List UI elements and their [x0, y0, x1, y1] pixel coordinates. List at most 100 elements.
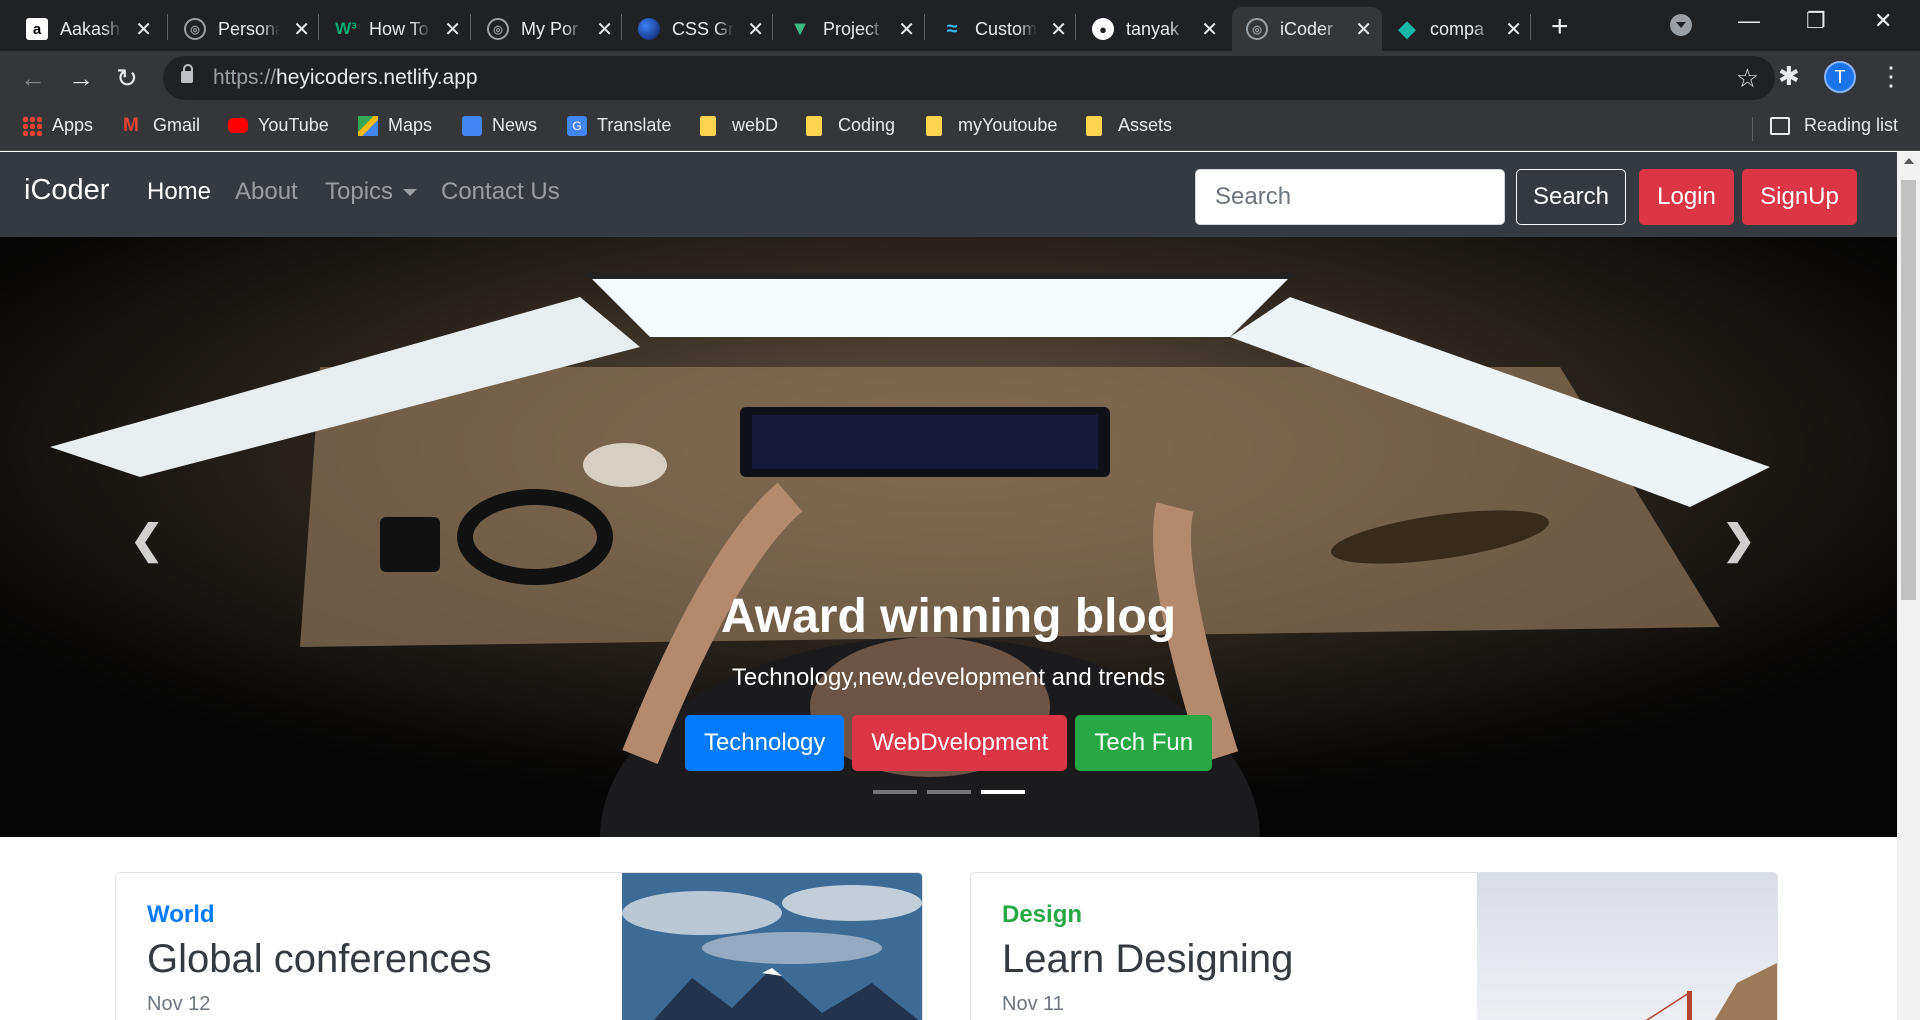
bookmark-label: Translate — [597, 115, 672, 135]
close-icon[interactable]: ✕ — [135, 17, 152, 42]
carousel-indicator-1[interactable] — [872, 790, 917, 794]
hero-subtitle: Technology,new,development and trends — [731, 664, 1166, 691]
close-icon[interactable]: ✕ — [898, 17, 915, 42]
tailwind-icon: ≈ — [946, 17, 958, 40]
nav-contact[interactable]: Contact Us — [441, 178, 560, 206]
chevron-down-icon — [403, 189, 418, 197]
close-icon[interactable]: ✕ — [1355, 17, 1372, 42]
nav-about[interactable]: About — [235, 178, 298, 206]
card-category: World — [147, 901, 215, 928]
bookmark-myyoutoube[interactable]: myYoutoube — [926, 115, 1057, 136]
tab-aakash[interactable]: a Aakash ✕ — [12, 7, 162, 51]
address-bar[interactable]: https://heyicoders.netlify.app ☆ — [163, 56, 1775, 100]
bookmark-label: News — [492, 115, 538, 135]
card-title: Learn Designing — [1002, 937, 1294, 981]
carousel-indicators — [0, 790, 1897, 794]
globe-icon: ◎ — [1246, 18, 1268, 40]
tab-separator — [1075, 14, 1076, 40]
browser-toolbar: ← → ↻ https://heyicoders.netlify.app ☆ ✱… — [0, 51, 1920, 105]
forward-icon[interactable]: → — [68, 63, 94, 94]
page-scrollbar[interactable] — [1897, 152, 1920, 1020]
reading-list-label: Reading list — [1804, 115, 1899, 135]
login-button[interactable]: Login — [1639, 169, 1734, 225]
bookmark-label: Maps — [388, 115, 433, 135]
amazon-a-icon: a — [26, 18, 48, 40]
bookmark-news[interactable]: News — [462, 115, 537, 136]
hero-carousel: ❮ ❯ Award winning blog Technology,new,de… — [0, 237, 1897, 837]
site-navbar: iCoder Home About Topics Contact Us Sear… — [0, 152, 1897, 237]
bookmark-coding[interactable]: Coding — [806, 115, 895, 136]
close-icon[interactable]: ✕ — [596, 17, 613, 42]
reload-icon[interactable]: ↻ — [116, 63, 138, 94]
close-icon[interactable]: ✕ — [747, 17, 764, 42]
tab-myportfolio[interactable]: ◎ My Por ✕ — [473, 7, 623, 51]
bookmark-label: Gmail — [153, 115, 201, 135]
bookmark-assets[interactable]: Assets — [1086, 115, 1172, 136]
bookmark-youtube[interactable]: YouTube — [228, 115, 329, 136]
youtube-icon — [228, 118, 248, 133]
technology-button[interactable]: Technology — [684, 715, 845, 771]
card-image-bridge — [1477, 873, 1777, 1020]
new-tab-icon[interactable]: + — [1551, 10, 1569, 44]
carousel-next-icon[interactable]: ❯ — [1722, 517, 1756, 563]
card-category: Design — [1002, 901, 1083, 928]
nav-topics[interactable]: Topics — [325, 178, 418, 206]
signup-button[interactable]: SignUp — [1742, 169, 1857, 225]
tab-persona[interactable]: ◎ Persona ✕ — [170, 7, 320, 51]
tab-project[interactable]: ▼ Project ✕ — [775, 7, 925, 51]
carousel-prev-icon[interactable]: ❮ — [130, 517, 164, 563]
card-date: Nov 11 — [1002, 993, 1064, 1015]
search-input[interactable] — [1195, 169, 1505, 225]
reading-list-button[interactable]: Reading list — [1770, 115, 1898, 136]
close-icon[interactable]: ✕ — [293, 17, 310, 42]
bookmark-label: Apps — [52, 115, 94, 135]
tab-separator — [167, 14, 168, 40]
bookmark-translate[interactable]: G Translate — [567, 115, 671, 136]
tab-custom[interactable]: ≈ Custom ✕ — [927, 7, 1077, 51]
profile-avatar[interactable]: T — [1824, 61, 1856, 93]
window-close-icon[interactable]: ✕ — [1874, 8, 1892, 34]
carousel-indicator-3[interactable] — [980, 790, 1025, 794]
close-icon[interactable]: ✕ — [444, 17, 461, 42]
post-card-design[interactable]: Design Learn Designing Nov 11 — [970, 872, 1778, 1020]
tab-separator — [772, 14, 773, 40]
site-brand[interactable]: iCoder — [24, 174, 109, 207]
tab-search-icon[interactable] — [1670, 14, 1692, 36]
nav-home[interactable]: Home — [147, 178, 211, 206]
hero-buttons: Technology WebDvelopment Tech Fun — [0, 715, 1897, 771]
back-icon[interactable]: ← — [20, 63, 46, 94]
extensions-icon[interactable]: ✱ — [1778, 61, 1800, 92]
tab-github[interactable]: ● tanyak ✕ — [1078, 7, 1228, 51]
tab-separator — [470, 14, 471, 40]
lock-icon[interactable] — [181, 64, 193, 83]
bookmarks-separator — [1752, 117, 1753, 141]
minimize-icon[interactable]: — — [1738, 8, 1760, 34]
scroll-thumb[interactable] — [1901, 180, 1916, 600]
bookmark-gmail[interactable]: M Gmail — [123, 115, 200, 136]
tab-howto[interactable]: W³ How To ✕ — [321, 7, 471, 51]
tab-cssgrid[interactable]: CSS Gr ✕ — [624, 7, 774, 51]
tab-strip: a Aakash ✕ ◎ Persona ✕ W³ How To ✕ ◎ My … — [0, 0, 1920, 51]
card-title: Global conferences — [147, 937, 492, 981]
menu-icon[interactable]: ⋮ — [1878, 61, 1904, 92]
tab-icoder[interactable]: ◎ iCoder ✕ — [1232, 7, 1382, 51]
webdevelopment-button[interactable]: WebDvelopment — [852, 715, 1068, 771]
scroll-up-icon[interactable] — [1904, 158, 1914, 164]
close-icon[interactable]: ✕ — [1050, 17, 1067, 42]
bookmark-apps[interactable]: Apps — [22, 115, 93, 136]
bookmark-maps[interactable]: Maps — [358, 115, 432, 136]
carousel-indicator-2[interactable] — [926, 790, 971, 794]
tab-separator — [318, 14, 319, 40]
tab-compa[interactable]: ◆ compa ✕ — [1382, 7, 1532, 51]
close-icon[interactable]: ✕ — [1505, 17, 1522, 42]
search-button[interactable]: Search — [1516, 169, 1626, 225]
bookmark-star-icon[interactable]: ☆ — [1736, 63, 1759, 94]
restore-icon[interactable]: ❐ — [1806, 8, 1826, 34]
gmail-icon: M — [123, 114, 139, 136]
url-text[interactable]: https://heyicoders.netlify.app — [213, 66, 478, 90]
bookmark-webd[interactable]: webD — [700, 115, 778, 136]
post-card-world[interactable]: World Global conferences Nov 12 — [115, 872, 923, 1020]
techfun-button[interactable]: Tech Fun — [1075, 715, 1213, 771]
reading-list-icon — [1770, 116, 1790, 135]
close-icon[interactable]: ✕ — [1201, 17, 1218, 42]
